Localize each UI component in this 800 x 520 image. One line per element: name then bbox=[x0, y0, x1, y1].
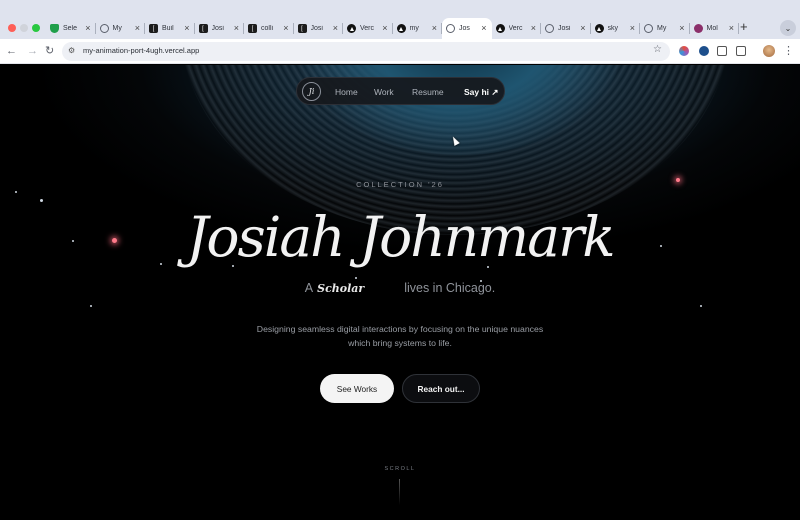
tab-title: Josi bbox=[558, 25, 571, 32]
tab-strip: Sele × My ×[Buil ×[Josi ×[colli ×[Josi × Verc × my… bbox=[46, 18, 739, 39]
new-tab-button[interactable]: + bbox=[740, 20, 748, 34]
tab-title: Buil bbox=[162, 25, 174, 32]
tab-close-icon[interactable]: × bbox=[333, 22, 338, 34]
browser-tab[interactable]: Verc × bbox=[343, 18, 393, 39]
browser-tab[interactable]: [Josi × bbox=[195, 18, 245, 39]
tab-close-icon[interactable]: × bbox=[679, 22, 684, 34]
site-info-icon[interactable]: ⚙ bbox=[68, 46, 75, 55]
minimize-window-button[interactable] bbox=[20, 24, 28, 32]
back-arrow-icon[interactable]: ← bbox=[6, 44, 17, 58]
profile-avatar[interactable] bbox=[763, 45, 775, 57]
scroll-indicator-label: SCROLL bbox=[384, 466, 416, 472]
bracket-icon: [ bbox=[149, 24, 158, 33]
browser-tab[interactable]: sky × bbox=[591, 18, 641, 39]
tab-title: Verc bbox=[508, 25, 523, 32]
extension-blue-icon[interactable] bbox=[699, 46, 709, 56]
star-decoration bbox=[700, 305, 702, 307]
star-decoration bbox=[15, 191, 17, 193]
tab-title: Verc bbox=[360, 25, 375, 32]
address-bar[interactable]: ⚙ my-animation-port-4ugh.vercel.app ☆ bbox=[62, 42, 670, 61]
close-window-button[interactable] bbox=[8, 24, 16, 32]
tab-close-icon[interactable]: × bbox=[630, 22, 635, 34]
reach-out-button[interactable]: Reach out... bbox=[402, 374, 480, 403]
tagline: A Scholar lives in Chicago. bbox=[0, 281, 800, 295]
browser-tab-bar: Sele × My ×[Buil ×[Josi ×[colli ×[Josi × Verc × my… bbox=[0, 0, 800, 39]
extensions-puzzle-icon[interactable] bbox=[736, 46, 746, 56]
tab-title: My bbox=[657, 25, 667, 32]
tab-close-icon[interactable]: × bbox=[432, 22, 437, 34]
maximize-window-button[interactable] bbox=[32, 24, 40, 32]
tab-title: Josi bbox=[211, 25, 224, 32]
nav-home-link[interactable]: Home bbox=[335, 87, 358, 97]
tab-close-icon[interactable]: × bbox=[85, 22, 90, 34]
nav-say-hi-link[interactable]: Say hi ↗ bbox=[464, 87, 499, 98]
browser-tab[interactable]: Josi × bbox=[541, 18, 591, 39]
tab-title: My bbox=[112, 25, 122, 32]
globe-icon bbox=[545, 24, 554, 33]
tab-title: Mol bbox=[706, 25, 718, 32]
hero-description: Designing seamless digital interactions … bbox=[256, 324, 544, 348]
browser-toolbar: ← → ↻ ⚙ my-animation-port-4ugh.vercel.ap… bbox=[0, 39, 800, 64]
tab-title: Josi bbox=[310, 25, 323, 32]
tab-title: colli bbox=[261, 25, 274, 32]
browser-tab[interactable]: Verc × bbox=[492, 18, 542, 39]
tab-title: Sele bbox=[63, 25, 78, 32]
globe-icon bbox=[99, 24, 109, 33]
star-decoration bbox=[90, 305, 92, 307]
tab-close-icon[interactable]: × bbox=[234, 22, 239, 34]
tab-close-icon[interactable]: × bbox=[135, 22, 140, 34]
triangle-icon bbox=[594, 24, 604, 33]
browser-menu-icon[interactable]: ⋮ bbox=[783, 44, 794, 58]
tab-search-icon[interactable]: ⌄ bbox=[780, 20, 796, 36]
browser-tab[interactable]: Mol × bbox=[690, 18, 740, 39]
tab-active[interactable]: Jos × bbox=[442, 18, 492, 39]
browser-tab[interactable]: [ colli × bbox=[244, 18, 294, 39]
tab-title: sky bbox=[607, 25, 619, 32]
triangle-icon bbox=[495, 24, 505, 33]
forward-arrow-icon[interactable]: → bbox=[27, 44, 38, 58]
browser-tab[interactable]: Sele × bbox=[46, 18, 96, 39]
nav-work-link[interactable]: Work bbox=[374, 87, 394, 97]
page-viewport: Ji Home Work Resume Say hi ↗ COLLECTION … bbox=[0, 65, 800, 520]
tab-close-icon[interactable]: × bbox=[481, 22, 486, 34]
bracket-icon: [ bbox=[297, 24, 307, 33]
globe-icon bbox=[644, 24, 653, 33]
shield-icon bbox=[50, 24, 59, 33]
browser-tab[interactable]: My × bbox=[640, 18, 690, 39]
site-logo[interactable]: Ji bbox=[302, 82, 321, 101]
tab-close-icon[interactable]: × bbox=[580, 22, 585, 34]
browser-tab[interactable]: my × bbox=[393, 18, 443, 39]
tab-close-icon[interactable]: × bbox=[184, 22, 189, 34]
tagline-suffix: lives in Chicago. bbox=[404, 281, 496, 295]
extension-color-icon[interactable] bbox=[679, 46, 689, 56]
tab-title: Jos bbox=[459, 25, 470, 32]
browser-tab[interactable]: [Josi × bbox=[294, 18, 344, 39]
bracket-icon: [ bbox=[248, 24, 257, 33]
collection-label: COLLECTION '26 bbox=[356, 180, 444, 189]
url-text[interactable]: my-animation-port-4ugh.vercel.app bbox=[83, 46, 199, 55]
see-works-button[interactable]: See Works bbox=[320, 374, 394, 403]
triangle-icon bbox=[347, 24, 356, 33]
bookmark-star-icon[interactable]: ☆ bbox=[653, 44, 662, 55]
triangle-icon bbox=[396, 24, 406, 33]
reload-icon[interactable]: ↻ bbox=[45, 44, 54, 58]
tab-close-icon[interactable]: × bbox=[531, 22, 536, 34]
tagline-role: Scholar bbox=[317, 282, 365, 295]
star-decoration bbox=[355, 277, 357, 279]
scroll-indicator-line bbox=[399, 479, 400, 505]
tab-title: my bbox=[409, 25, 419, 32]
site-navigation: Ji Home Work Resume Say hi ↗ bbox=[296, 77, 505, 105]
tab-close-icon[interactable]: × bbox=[729, 22, 734, 34]
mo-icon bbox=[693, 24, 703, 33]
bracket-icon: [ bbox=[198, 24, 208, 33]
globe-icon bbox=[446, 24, 455, 33]
browser-tab[interactable]: [ Buil × bbox=[145, 18, 195, 39]
tab-close-icon[interactable]: × bbox=[382, 22, 387, 34]
tagline-prefix: A bbox=[304, 281, 314, 295]
browser-tab[interactable]: My × bbox=[96, 18, 146, 39]
hero-title: Josiah Johnmark bbox=[186, 205, 615, 269]
camera-icon[interactable] bbox=[717, 46, 727, 56]
nav-resume-link[interactable]: Resume bbox=[412, 87, 444, 97]
tab-close-icon[interactable]: × bbox=[283, 22, 288, 34]
